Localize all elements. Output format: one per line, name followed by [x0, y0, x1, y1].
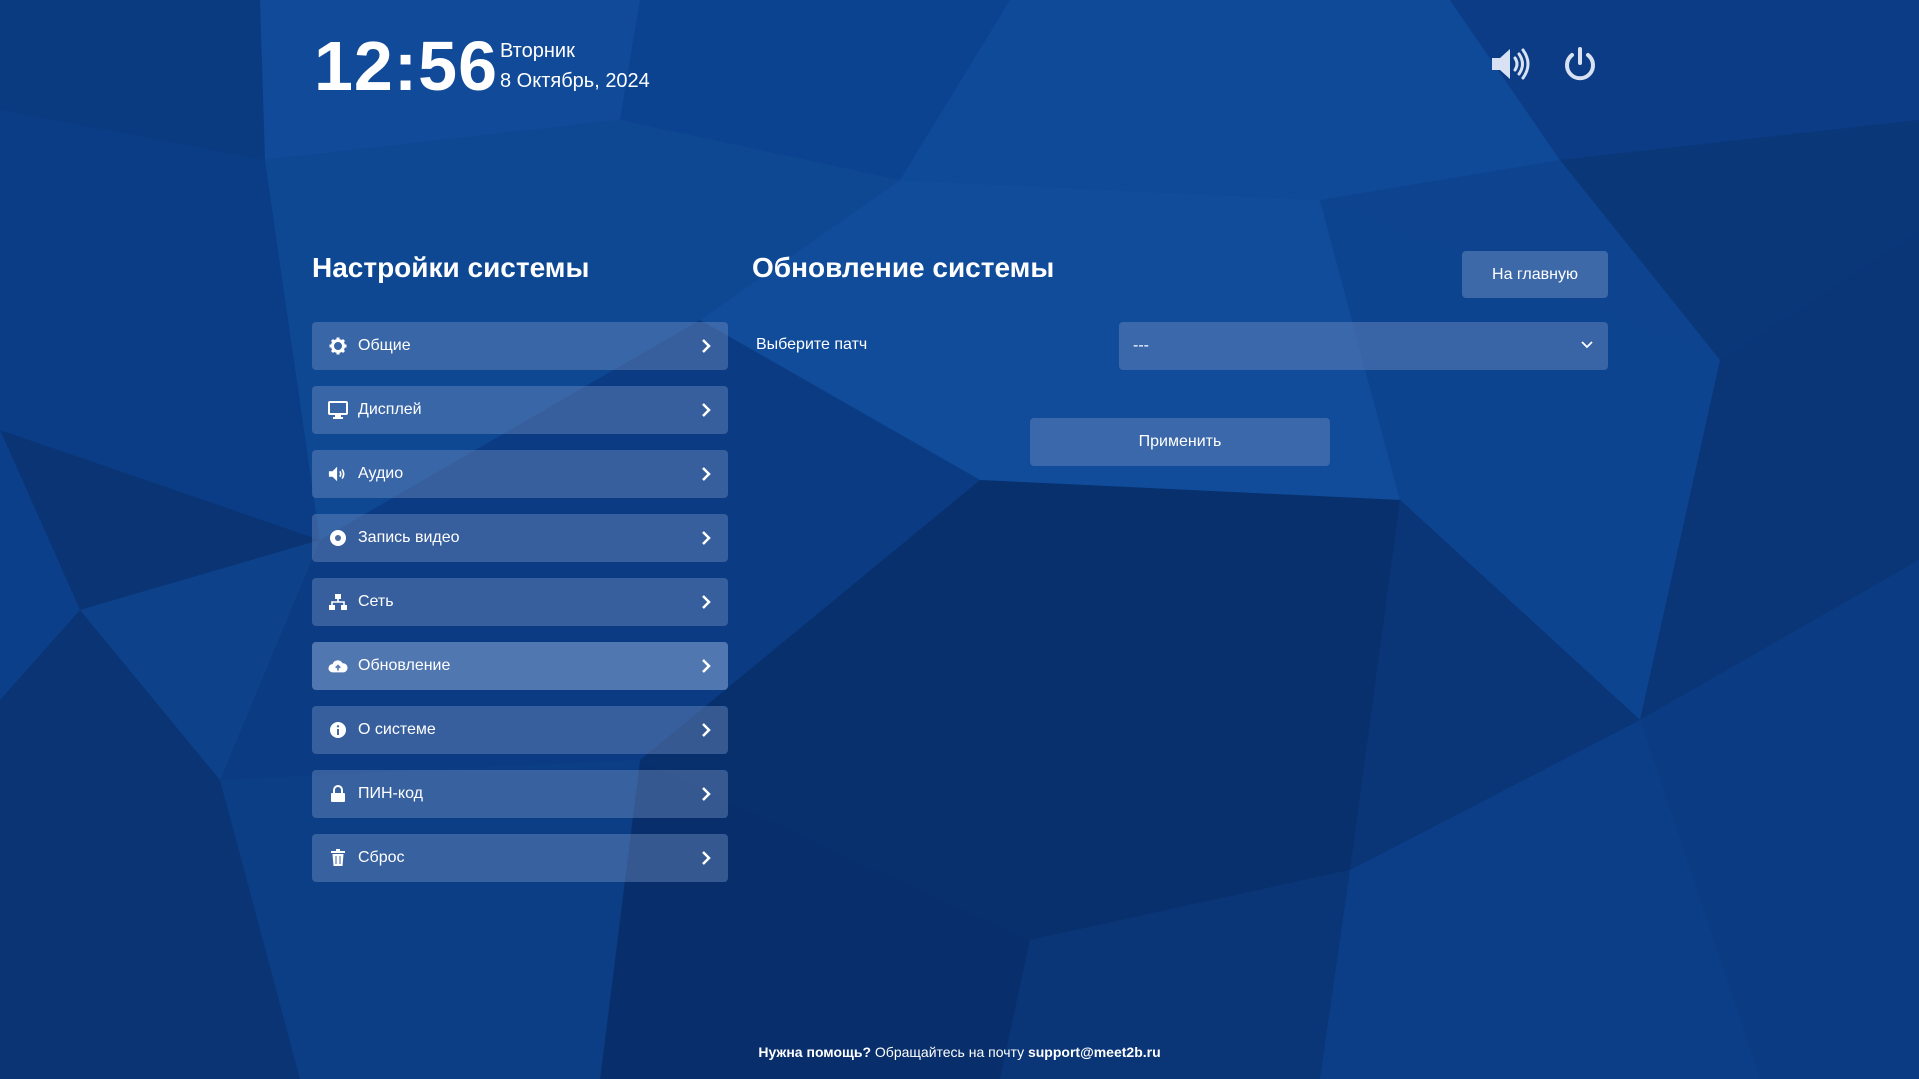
record-icon: [328, 528, 348, 548]
chevron-right-icon: [698, 402, 714, 418]
menu-item-label: Аудио: [358, 465, 404, 482]
chevron-right-icon: [698, 658, 714, 674]
weekday-label: Вторник: [500, 40, 575, 62]
menu-item-video-recording[interactable]: Запись видео: [312, 514, 728, 562]
info-icon: [328, 720, 348, 740]
patch-select[interactable]: ---: [1119, 322, 1608, 370]
chevron-right-icon: [698, 850, 714, 866]
menu-item-general[interactable]: Общие: [312, 322, 728, 370]
chevron-right-icon: [698, 466, 714, 482]
menu-item-label: Сеть: [358, 593, 394, 610]
menu-item-reset[interactable]: Сброс: [312, 834, 728, 882]
menu-item-update[interactable]: Обновление: [312, 642, 728, 690]
menu-item-label: Обновление: [358, 657, 451, 674]
cloud-upload-icon: [328, 656, 348, 676]
support-email-link[interactable]: support@meet2b.ru: [1028, 1044, 1161, 1060]
trash-icon: [328, 848, 348, 868]
help-text: Обращайтесь на почту: [871, 1044, 1028, 1060]
clock-time: 12:56: [314, 27, 499, 105]
volume-icon[interactable]: [1488, 42, 1532, 86]
chevron-down-icon: [1580, 337, 1594, 355]
menu-item-about[interactable]: О системе: [312, 706, 728, 754]
menu-item-label: Сброс: [358, 849, 405, 866]
settings-title: Настройки системы: [312, 252, 590, 283]
settings-menu: Общие Дисплей Аудио Запись видео Сеть Об…: [312, 322, 728, 898]
patch-label: Выберите патч: [756, 336, 868, 353]
help-question: Нужна помощь?: [758, 1044, 872, 1060]
chevron-right-icon: [698, 530, 714, 546]
home-button[interactable]: На главную: [1462, 251, 1608, 298]
help-footer: Нужна помощь? Обращайтесь на почту suppo…: [0, 1044, 1919, 1060]
menu-item-audio[interactable]: Аудио: [312, 450, 728, 498]
date-block: Вторник 8 Октябрь, 2024: [500, 36, 650, 96]
volume-icon: [328, 464, 348, 484]
menu-item-label: Общие: [358, 337, 411, 354]
menu-item-label: Дисплей: [358, 401, 422, 418]
chevron-right-icon: [698, 594, 714, 610]
power-icon[interactable]: [1558, 42, 1602, 86]
gear-icon: [328, 336, 348, 356]
top-icons: [1488, 42, 1602, 86]
menu-item-label: Запись видео: [358, 529, 460, 546]
chevron-right-icon: [698, 338, 714, 354]
date-label: 8 Октябрь, 2024: [500, 70, 650, 92]
update-title: Обновление системы: [752, 252, 1055, 283]
chevron-right-icon: [698, 722, 714, 738]
lock-icon: [328, 784, 348, 804]
patch-select-value: ---: [1133, 337, 1149, 354]
monitor-icon: [328, 400, 348, 420]
menu-item-pin-code[interactable]: ПИН-код: [312, 770, 728, 818]
network-icon: [328, 592, 348, 612]
menu-item-display[interactable]: Дисплей: [312, 386, 728, 434]
menu-item-network[interactable]: Сеть: [312, 578, 728, 626]
menu-item-label: ПИН-код: [358, 785, 423, 802]
apply-button[interactable]: Применить: [1030, 418, 1330, 466]
background-pattern: [0, 0, 1919, 1079]
menu-item-label: О системе: [358, 721, 436, 738]
chevron-right-icon: [698, 786, 714, 802]
